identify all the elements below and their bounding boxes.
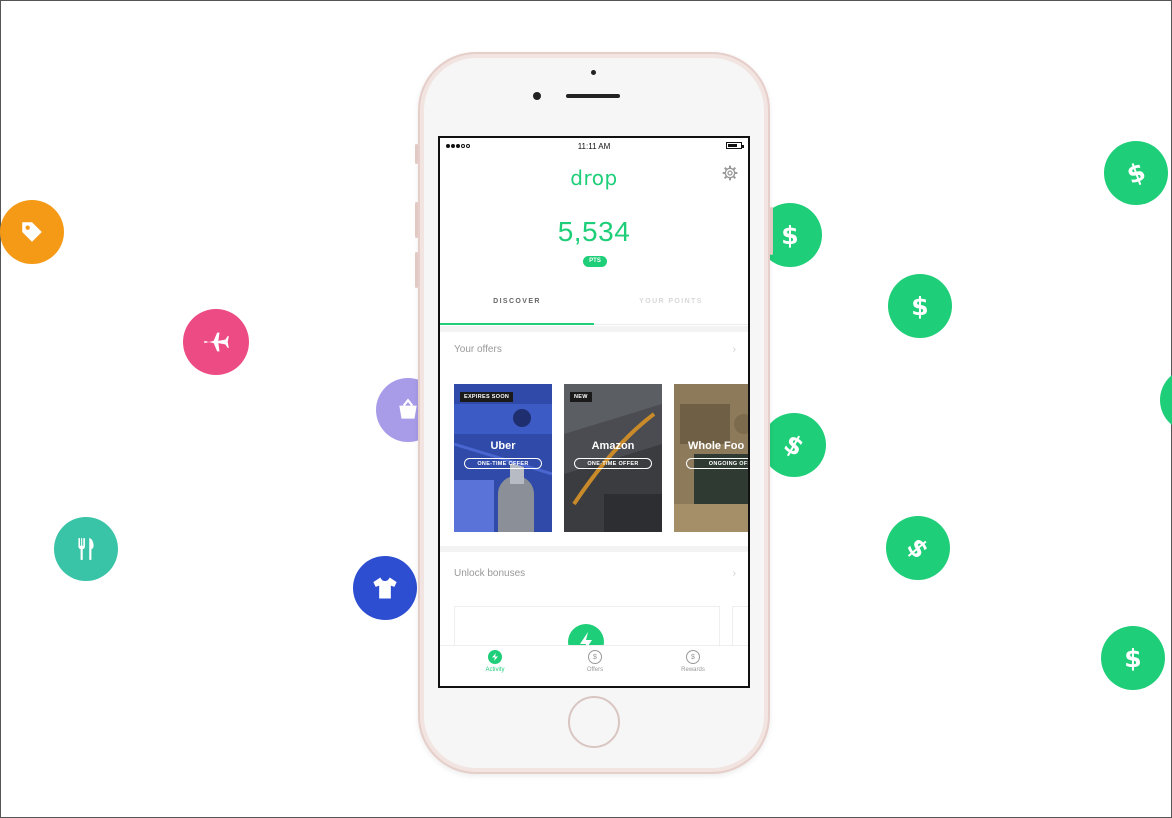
offer-type-pill: ONE-TIME OFFER: [574, 458, 652, 469]
plane-icon: [204, 332, 229, 352]
offer-card-amazon[interactable]: NEW Amazon ONE-TIME OFFER: [564, 384, 662, 532]
phone-screen: 11:11 AM drop 5,534 PTS DISCOVER YOUR PO…: [438, 136, 750, 688]
front-camera: [533, 92, 541, 100]
dollar-icon: $: [901, 532, 934, 564]
shirt-icon: [373, 577, 397, 599]
battery-icon: [726, 142, 744, 149]
tab-discover[interactable]: DISCOVER: [440, 298, 594, 305]
mute-switch: [415, 144, 418, 164]
bottom-nav: Activity $ Offers $ Rewards: [440, 645, 748, 686]
tab-your-points[interactable]: YOUR POINTS: [594, 298, 748, 305]
status-bar: 11:11 AM: [440, 138, 748, 154]
earpiece-speaker: [566, 94, 620, 98]
proximity-sensor: [591, 70, 596, 75]
food-bubble: [54, 517, 118, 581]
app-logo: drop: [570, 166, 618, 190]
section-separator: [440, 326, 748, 332]
volume-up-button: [415, 202, 418, 238]
dollar-icon: $: [686, 650, 700, 664]
dollar-bubble: $: [886, 516, 950, 580]
fork-knife-icon: [78, 538, 94, 560]
nav-activity[interactable]: Activity: [444, 650, 546, 673]
status-time: 11:11 AM: [577, 142, 611, 151]
dollar-icon: $: [1123, 157, 1149, 190]
dollar-bubble: $: [1101, 626, 1165, 690]
shirt-bubble: [353, 556, 417, 620]
dollar-icon: $: [911, 292, 928, 321]
unlock-bonuses-title[interactable]: Unlock bonuses: [454, 568, 525, 579]
tag-icon: [22, 222, 42, 242]
points-balance: 5,534: [557, 216, 631, 247]
dollar-icon: $: [1124, 644, 1141, 673]
plane-bubble: [183, 309, 249, 375]
svg-text:$: $: [1123, 157, 1149, 190]
offer-card-uber[interactable]: EXPIRES SOON Uber ONE-TIME OFFER: [454, 384, 552, 532]
offer-tag: EXPIRES SOON: [460, 392, 514, 402]
bolt-icon: [488, 650, 502, 664]
dollar-bubble: $: [1104, 141, 1168, 205]
svg-text:$: $: [779, 428, 809, 462]
nav-label: Offers: [586, 667, 604, 673]
offer-type-pill: ONGOING OFFE: [686, 458, 748, 469]
offer-tag: NEW: [570, 392, 592, 402]
offer-name: Whole Foo: [688, 440, 745, 452]
chevron-right-icon[interactable]: ›: [733, 568, 736, 579]
svg-text:$: $: [1124, 644, 1141, 673]
power-button: [770, 207, 773, 255]
tag-bubble: [0, 200, 64, 264]
svg-text:$: $: [781, 221, 798, 250]
chevron-right-icon[interactable]: ›: [733, 344, 736, 355]
points-badge: PTS: [583, 256, 607, 267]
section-separator: [440, 546, 748, 552]
dollar-icon: $: [781, 221, 798, 250]
offer-name: Amazon: [591, 440, 635, 452]
home-button[interactable]: [568, 696, 620, 748]
svg-text:$: $: [911, 292, 928, 321]
nav-label: Rewards: [681, 667, 705, 673]
svg-text:$: $: [901, 532, 934, 564]
nav-rewards[interactable]: $ Rewards: [642, 650, 744, 673]
nav-offers[interactable]: $ Offers: [544, 650, 646, 673]
active-tab-indicator: [440, 323, 594, 325]
your-offers-title[interactable]: Your offers: [454, 344, 502, 355]
dollar-bubble: $: [888, 274, 952, 338]
offer-name: Uber: [490, 440, 516, 452]
offer-type-pill: ONE-TIME OFFER: [464, 458, 542, 469]
dollar-icon: $: [779, 428, 809, 462]
dollar-icon: $: [588, 650, 602, 664]
dollar-bubble: $: [762, 413, 826, 477]
nav-label: Activity: [485, 667, 505, 673]
offer-card-whole-foods[interactable]: Whole Foo ONGOING OFFE: [674, 384, 748, 532]
gear-icon[interactable]: [722, 165, 738, 186]
volume-down-button: [415, 252, 418, 288]
